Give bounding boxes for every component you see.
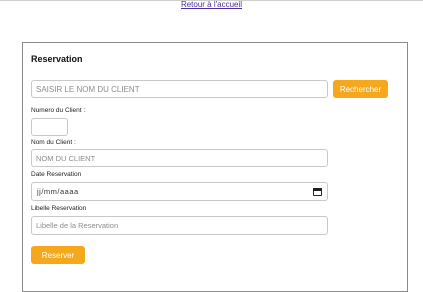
client-search-input[interactable] [31,80,328,98]
reservation-panel: Reservation Rechercher Numero du Client … [22,42,408,292]
reservation-label-field[interactable] [31,216,328,235]
reservation-date-label: Date Reservation [31,171,82,178]
search-button[interactable]: Rechercher [333,80,388,98]
reservation-label-label: Libelle Reservation [31,205,87,212]
client-number-field[interactable] [31,118,68,136]
panel-title: Reservation [31,54,83,64]
reservation-date-field[interactable]: jj/mm/aaaa [31,182,328,201]
calendar-icon[interactable] [313,187,322,196]
reserve-button[interactable]: Reserver [31,246,85,264]
client-number-label: Numero du Client : [31,107,86,114]
client-name-label: Nom du Client : [31,139,76,146]
client-name-field[interactable] [31,149,328,167]
date-placeholder: jj/mm/aaaa [37,187,79,196]
back-home-link[interactable]: Retour à l'accueil [0,0,423,10]
